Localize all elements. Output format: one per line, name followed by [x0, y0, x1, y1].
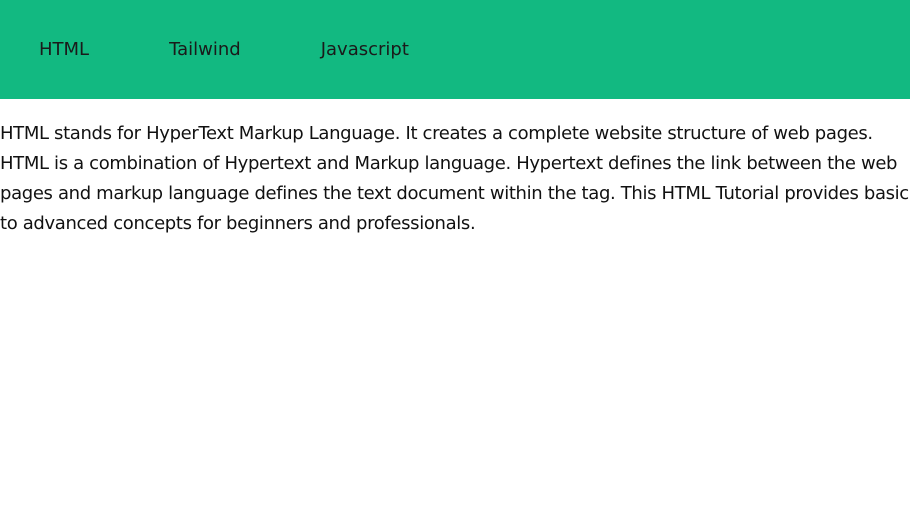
nav-link-javascript[interactable]: Javascript — [321, 40, 409, 59]
nav-link-tailwind[interactable]: Tailwind — [169, 40, 241, 59]
intro-paragraph: HTML stands for HyperText Markup Languag… — [0, 123, 909, 234]
nav-link-html[interactable]: HTML — [39, 40, 89, 59]
main-content: HTML stands for HyperText Markup Languag… — [0, 99, 910, 239]
top-nav-bar: HTML Tailwind Javascript — [0, 0, 910, 99]
